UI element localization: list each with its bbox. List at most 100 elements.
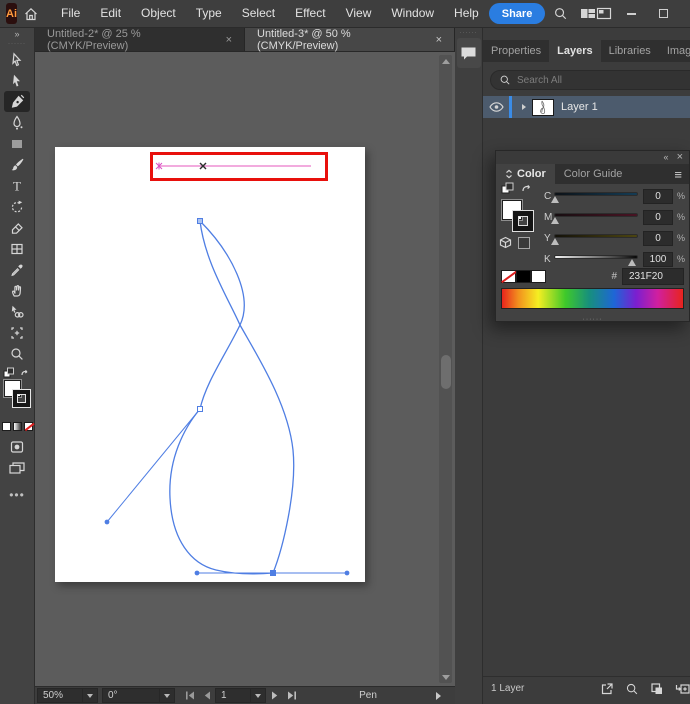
yellow-value-box[interactable]: 0: [642, 230, 673, 246]
menu-item-file[interactable]: File: [51, 0, 90, 27]
layer-row-layer-1[interactable]: Layer 1: [483, 96, 690, 118]
toolbar-expand-icon[interactable]: »: [0, 28, 34, 41]
previous-artboard-icon[interactable]: [198, 688, 215, 703]
rotate-tool[interactable]: [4, 196, 30, 217]
type-tool[interactable]: T: [4, 175, 30, 196]
scrollbar-thumb[interactable]: [440, 355, 451, 389]
home-icon[interactable]: [23, 3, 39, 25]
gradient-button[interactable]: [12, 422, 22, 431]
scroll-up-icon[interactable]: [439, 55, 452, 67]
direct-selection-tool[interactable]: [4, 70, 30, 91]
in-gamut-swatch[interactable]: [518, 236, 530, 249]
visibility-eye-icon[interactable]: [483, 102, 509, 112]
cyan-value-box[interactable]: 0: [642, 188, 673, 204]
stroke-color-swatch[interactable]: [13, 390, 30, 407]
slider-handle[interactable]: [551, 238, 559, 245]
drawing-modes-icon[interactable]: [4, 436, 30, 457]
color-button[interactable]: [1, 422, 11, 431]
menu-item-view[interactable]: View: [336, 0, 382, 27]
rectangle-tool[interactable]: [4, 133, 30, 154]
panel-resize-grip[interactable]: ······: [496, 316, 689, 323]
expand-layer-icon[interactable]: [522, 104, 526, 110]
collect-for-export-icon[interactable]: [600, 682, 614, 696]
black-slider[interactable]: [554, 251, 638, 267]
status-bar-expand-icon[interactable]: [436, 691, 441, 700]
magenta-slider[interactable]: [551, 209, 638, 225]
none-button[interactable]: [23, 422, 33, 431]
slider-handle[interactable]: [551, 217, 559, 224]
tab-color[interactable]: Color: [496, 164, 555, 184]
collapse-panel-icon[interactable]: «: [664, 153, 669, 162]
curvature-tool[interactable]: [4, 112, 30, 133]
close-button[interactable]: ×: [684, 4, 690, 24]
tab-libraries[interactable]: Libraries: [601, 40, 659, 62]
magenta-value-box[interactable]: 0: [642, 209, 673, 225]
layer-name[interactable]: Layer 1: [561, 101, 598, 113]
rotation-dropdown-icon[interactable]: [160, 688, 175, 703]
comments-panel-icon[interactable]: [456, 38, 481, 68]
color-spectrum-bar[interactable]: [501, 288, 684, 309]
tab-color-guide[interactable]: Color Guide: [555, 164, 632, 184]
menu-item-help[interactable]: Help: [444, 0, 489, 27]
canvas[interactable]: [35, 52, 455, 686]
app-logo[interactable]: Ai: [6, 3, 17, 24]
layers-search-input[interactable]: Search All: [490, 70, 690, 90]
strip-grip[interactable]: ······: [460, 28, 478, 38]
stroke-color-swatch[interactable]: [513, 211, 533, 231]
scroll-down-icon[interactable]: [439, 671, 452, 683]
zoom-tool[interactable]: [4, 343, 30, 364]
pen-tool[interactable]: [4, 91, 30, 112]
slider-handle[interactable]: [551, 196, 559, 203]
arrange-documents-icon[interactable]: [580, 3, 596, 25]
shape-builder-tool[interactable]: [4, 301, 30, 322]
screen-mode-icon[interactable]: [4, 457, 30, 478]
color-panel-menu-icon[interactable]: ≡: [667, 164, 689, 184]
vertical-scrollbar[interactable]: [439, 55, 452, 683]
new-sublayer-icon[interactable]: [675, 682, 690, 696]
document-tab-untitled-3[interactable]: Untitled-3* @ 50 % (CMYK/Preview) ×: [245, 28, 455, 52]
menu-item-window[interactable]: Window: [381, 0, 444, 27]
locate-object-icon[interactable]: [625, 682, 639, 696]
next-artboard-icon[interactable]: [266, 688, 283, 703]
minimize-button[interactable]: [620, 4, 642, 24]
menu-item-effect[interactable]: Effect: [285, 0, 335, 27]
zoom-dropdown-icon[interactable]: [83, 688, 98, 703]
tab-properties[interactable]: Properties: [483, 40, 549, 62]
maximize-button[interactable]: [652, 4, 674, 24]
hand-tool[interactable]: [4, 280, 30, 301]
tab-layers[interactable]: Layers: [549, 40, 601, 62]
rotation-box[interactable]: 0°: [102, 688, 160, 703]
menu-item-edit[interactable]: Edit: [90, 0, 131, 27]
workspace-switcher-icon[interactable]: [596, 3, 612, 25]
close-tab-icon[interactable]: ×: [226, 34, 232, 46]
white-swatch[interactable]: [531, 270, 546, 283]
hex-value-input[interactable]: 231F20: [622, 268, 684, 285]
toolbar-grip[interactable]: ······: [8, 41, 26, 49]
black-swatch[interactable]: [516, 270, 531, 283]
document-tab-untitled-2[interactable]: Untitled-2* @ 25 % (CMYK/Preview) ×: [35, 28, 245, 52]
last-artboard-icon[interactable]: [283, 688, 300, 703]
close-tab-icon[interactable]: ×: [436, 34, 442, 46]
slider-handle[interactable]: [628, 259, 636, 266]
share-button[interactable]: Share: [488, 3, 546, 24]
clipping-mask-icon[interactable]: [650, 682, 664, 696]
eyedropper-tool[interactable]: [4, 259, 30, 280]
cyan-slider[interactable]: [551, 188, 638, 204]
close-panel-icon[interactable]: ×: [677, 152, 683, 163]
eraser-tool[interactable]: [4, 217, 30, 238]
none-swatch[interactable]: [501, 270, 516, 283]
zoom-level-box[interactable]: 50%: [37, 688, 83, 703]
edit-toolbar-icon[interactable]: •••: [9, 488, 25, 502]
menu-item-select[interactable]: Select: [232, 0, 285, 27]
search-icon[interactable]: [553, 3, 568, 25]
artboard-number-box[interactable]: 1: [215, 688, 251, 703]
paintbrush-tool[interactable]: [4, 154, 30, 175]
black-value-box[interactable]: 100: [642, 251, 673, 267]
artboard-tool[interactable]: [4, 322, 30, 343]
layer-thumbnail[interactable]: [532, 98, 554, 116]
menu-item-type[interactable]: Type: [186, 0, 232, 27]
mesh-tool[interactable]: [4, 238, 30, 259]
first-artboard-icon[interactable]: [181, 688, 198, 703]
swap-colors-icon[interactable]: [501, 182, 543, 195]
selection-tool[interactable]: [4, 49, 30, 70]
